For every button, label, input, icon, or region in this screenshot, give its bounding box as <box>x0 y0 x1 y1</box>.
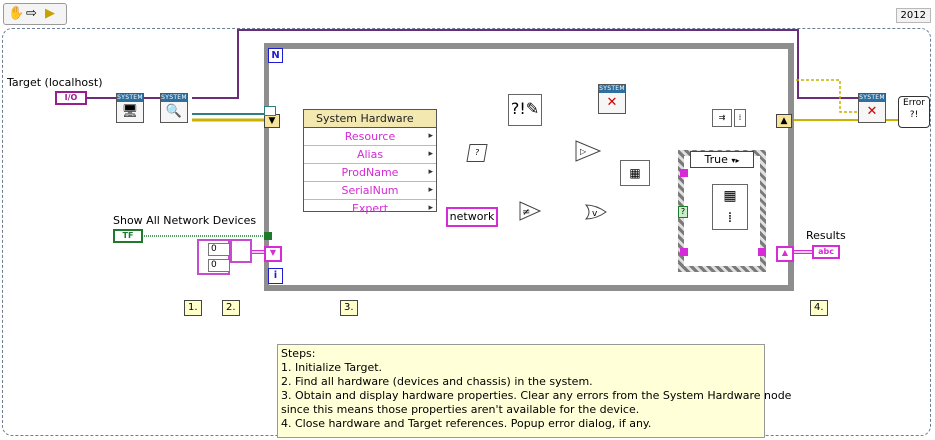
chevron-down-icon: ▾▸ <box>731 156 740 165</box>
array-shift-register-right[interactable]: ▲ <box>776 246 794 262</box>
shift-register-right[interactable]: ▲ <box>776 114 792 128</box>
merge-errors-icon[interactable]: ⇉ <box>712 109 732 127</box>
insert-into-array-icon[interactable]: ▦ ⁞ <box>712 184 748 230</box>
select-icon[interactable]: ▷ <box>574 139 604 163</box>
case-input-tunnel[interactable] <box>680 169 688 177</box>
case-selector-value: True <box>704 153 728 166</box>
step-label-3: 3. <box>340 300 358 316</box>
build-table-icon[interactable]: ▦ <box>620 160 650 186</box>
show-all-constant[interactable]: TF <box>113 229 143 243</box>
vi-header: SYSTEM <box>161 94 187 102</box>
array-shift-register-left[interactable]: ▼ <box>264 246 282 262</box>
property-serialnum[interactable]: SerialNum <box>304 182 436 200</box>
find-hardware-vi[interactable]: SYSTEM 🔍 <box>160 93 188 123</box>
empty-string-icon[interactable]: ? <box>466 144 488 162</box>
notes-line: since this means those properties aren't… <box>281 403 640 416</box>
array-cell[interactable]: 0 <box>208 259 230 272</box>
auto-index-tunnel[interactable] <box>264 106 276 116</box>
vi-header: SYSTEM <box>599 85 625 93</box>
step-label-2: 2. <box>222 300 240 316</box>
case-output-tunnel[interactable] <box>758 248 766 256</box>
property-prodname[interactable]: ProdName <box>304 164 436 182</box>
property-expert[interactable]: Expert <box>304 200 436 217</box>
array-constant[interactable]: 0 0 <box>197 239 230 275</box>
unbundle-icon[interactable]: ⁞ <box>734 109 746 127</box>
svg-text:v: v <box>592 209 598 219</box>
step-label-4: 4. <box>810 300 828 316</box>
array-element-display <box>230 239 252 263</box>
target-label: Target (localhost) <box>7 76 103 89</box>
close-x-icon: ✕ <box>866 104 878 119</box>
show-all-label: Show All Network Devices <box>113 214 257 227</box>
notes-line: 3. Obtain and display hardware propertie… <box>281 389 792 402</box>
vi-header: SYSTEM <box>859 94 885 102</box>
or-icon[interactable]: v <box>584 203 608 221</box>
close-session-vi[interactable]: SYSTEM ✕ <box>858 93 886 123</box>
notes-heading: Steps: <box>281 347 316 360</box>
close-x-icon: ✕ <box>606 95 618 110</box>
shift-register-left[interactable]: ▼ <box>264 114 280 128</box>
property-node-header: System Hardware <box>304 110 436 128</box>
notes-line: 1. Initialize Target. <box>281 361 383 374</box>
property-resource[interactable]: Resource <box>304 128 436 146</box>
case-selector[interactable]: True ▾▸ <box>690 151 754 168</box>
system-hardware-property-node[interactable]: System Hardware Resource Alias ProdName … <box>303 109 437 217</box>
error-dialog-vi[interactable]: Error ?! <box>898 96 930 128</box>
clear-errors-vi[interactable]: ?!✎ <box>508 94 542 126</box>
results-indicator[interactable]: abc <box>812 245 840 259</box>
notes-line: 2. Find all hardware (devices and chassi… <box>281 375 593 388</box>
not-equal-icon[interactable]: ≠ <box>518 200 542 222</box>
network-string-constant[interactable]: network <box>446 207 498 227</box>
target-constant[interactable]: I/O <box>55 91 87 105</box>
close-hardware-vi[interactable]: SYSTEM ✕ <box>598 84 626 114</box>
svg-text:▷: ▷ <box>580 147 587 156</box>
initialize-icon: 🖥 <box>121 104 139 119</box>
initialize-session-vi[interactable]: SYSTEM 🖥 <box>116 93 144 123</box>
property-node-title: System Hardware <box>316 112 414 125</box>
step-label-1: 1. <box>184 300 202 316</box>
results-label: Results <box>806 229 846 242</box>
loop-count-terminal[interactable]: N <box>268 48 283 63</box>
eraser-icon: ?!✎ <box>510 99 540 118</box>
case-array-tunnel[interactable] <box>680 248 688 256</box>
notes-line: 4. Close hardware and Target references.… <box>281 417 652 430</box>
boolean-tunnel[interactable] <box>264 232 272 240</box>
vi-header: SYSTEM <box>117 94 143 102</box>
svg-text:≠: ≠ <box>522 207 530 218</box>
warning-icon: ?! <box>909 110 919 120</box>
case-selector-terminal[interactable]: ? <box>678 206 688 218</box>
error-dialog-label: Error <box>903 98 925 108</box>
loop-iteration-terminal[interactable]: i <box>268 268 283 284</box>
steps-note: Steps: 1. Initialize Target. 2. Find all… <box>277 344 792 438</box>
property-alias[interactable]: Alias <box>304 146 436 164</box>
magnifier-icon: 🔍 <box>165 104 183 119</box>
array-cell[interactable]: 0 <box>208 243 230 256</box>
